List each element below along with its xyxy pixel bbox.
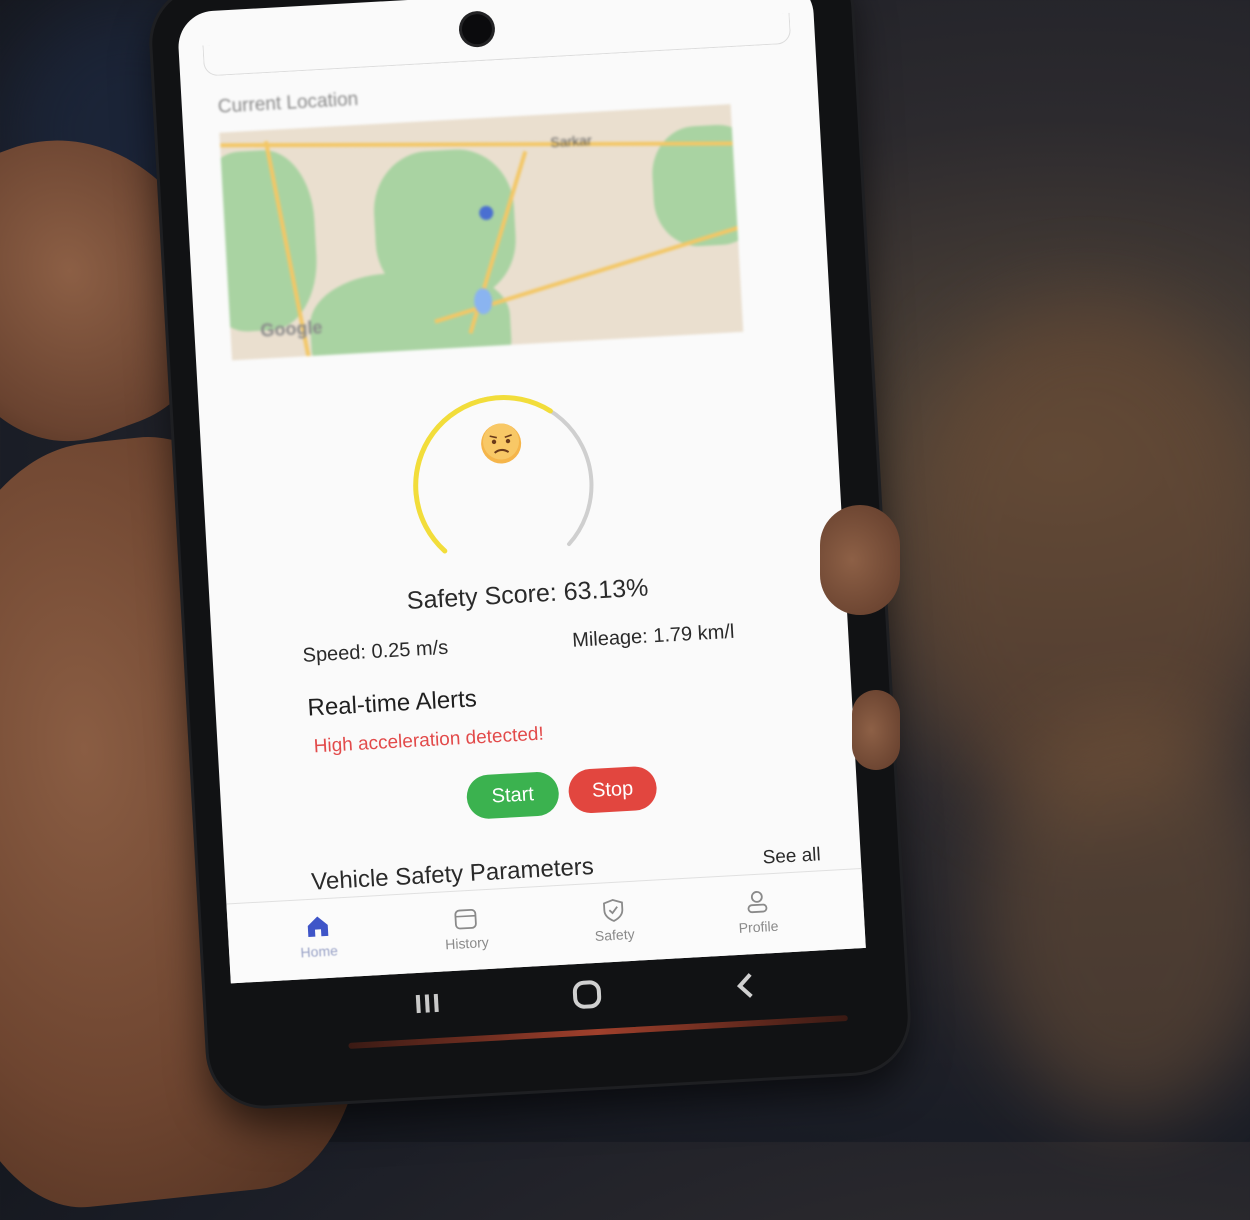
nav-label: History [444, 933, 490, 953]
start-button[interactable]: Start [465, 770, 560, 820]
nav-label: Safety [594, 925, 635, 944]
phone: Current Location Sarkar Google Safety Sc… [149, 0, 911, 1109]
nav-item-history[interactable]: History [405, 902, 527, 955]
recents-icon[interactable] [409, 988, 445, 1020]
map-label: Sarkar [549, 131, 593, 151]
location-title: Current Location [217, 88, 359, 118]
back-icon[interactable] [729, 970, 765, 1002]
nav-label: Profile [738, 917, 779, 936]
alerts-title: Real-time Alerts [306, 685, 478, 722]
worried-face-icon [481, 423, 522, 464]
google-logo: Google [259, 317, 323, 341]
speed-readout: Speed: 0.25 m/s [302, 636, 449, 667]
see-all-link[interactable]: See all [762, 844, 821, 869]
safety-gauge [413, 395, 594, 554]
gauge-track [413, 395, 594, 553]
nav-item-home[interactable]: Home [257, 910, 379, 963]
gauge-arc [413, 395, 553, 554]
phone-screen: Current Location Sarkar Google Safety Sc… [176, 0, 866, 984]
location-map[interactable]: Sarkar Google [219, 104, 744, 361]
nav-item-profile[interactable]: Profile [696, 886, 818, 939]
map-road [220, 141, 733, 148]
user-icon [747, 891, 768, 914]
home-circle-icon[interactable] [569, 979, 605, 1011]
nav-item-safety[interactable]: Safety [553, 894, 675, 947]
stop-button[interactable]: Stop [567, 765, 658, 815]
mileage-readout: Mileage: 1.79 km/l [571, 620, 735, 652]
alert-message: High acceleration detected! [313, 723, 545, 758]
shield-icon [603, 899, 624, 922]
calendar-icon [454, 908, 477, 930]
hand-finger [820, 505, 900, 615]
search-bar[interactable] [202, 12, 792, 77]
home-icon [307, 916, 329, 938]
nav-label: Home [300, 942, 339, 961]
hand-finger [852, 690, 900, 770]
